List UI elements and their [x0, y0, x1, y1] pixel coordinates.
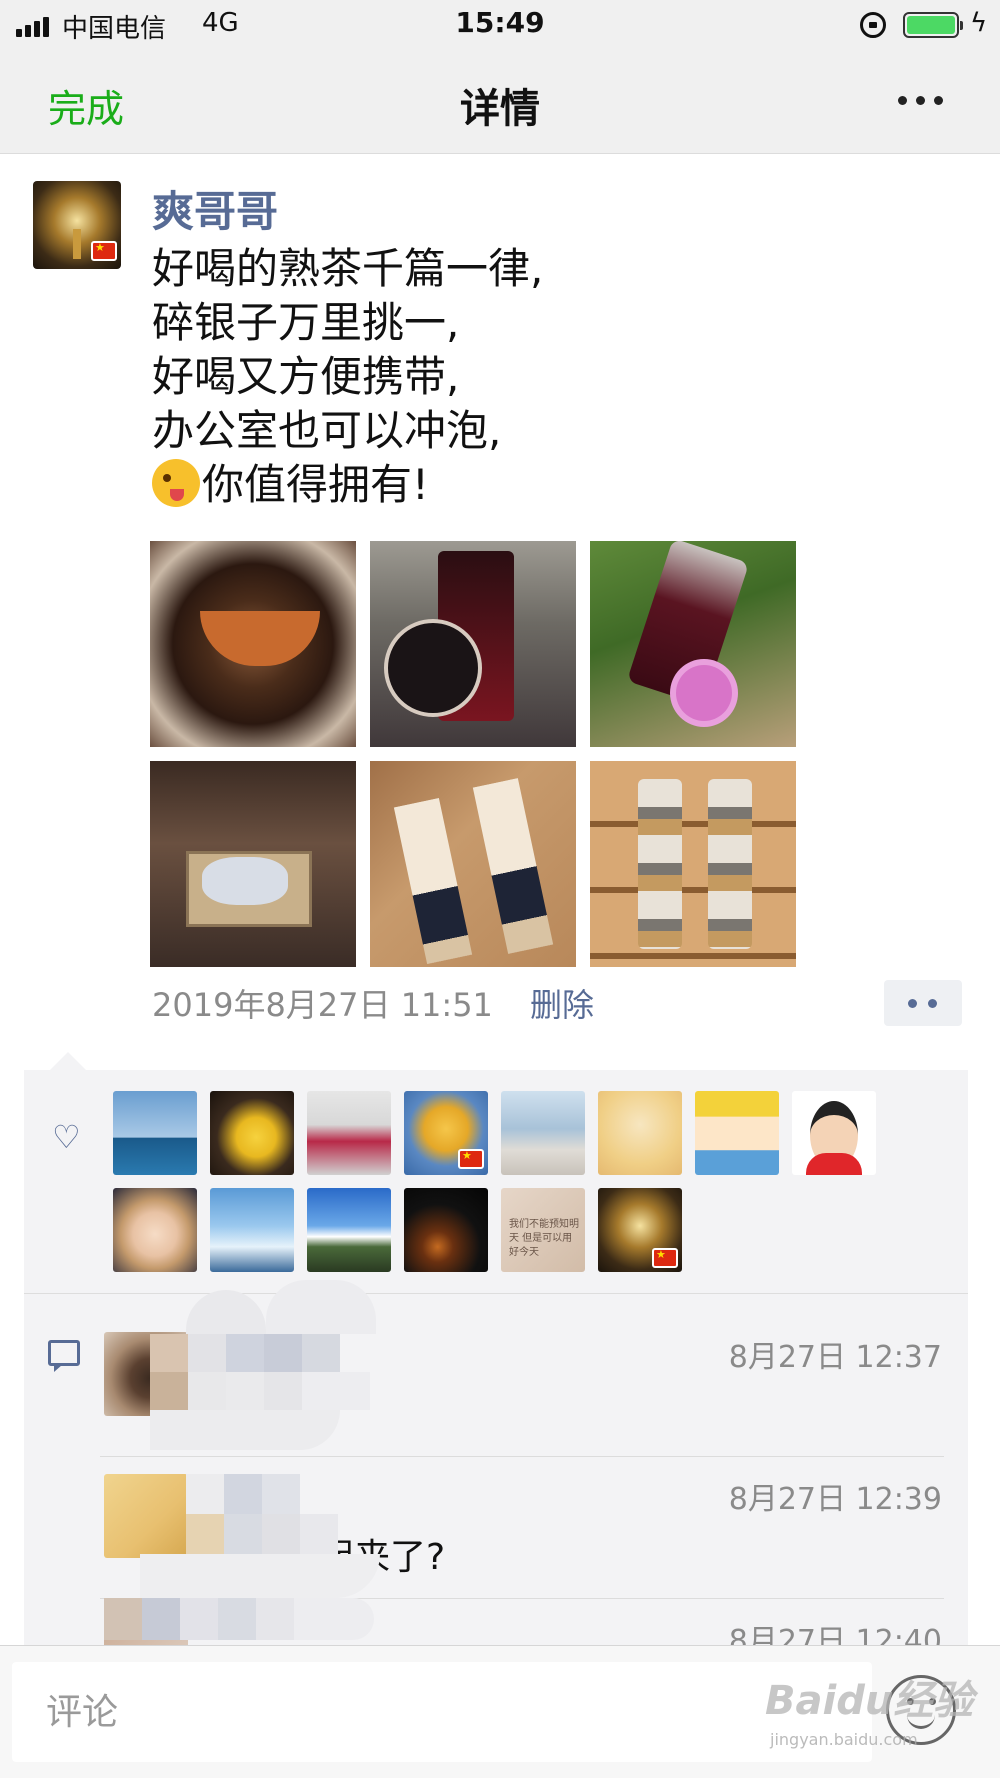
battery-icon	[903, 12, 963, 38]
post-line: 办公室也可以冲泡,	[152, 406, 502, 455]
like-avatar[interactable]	[695, 1091, 779, 1175]
photo-tea-jars-boxes[interactable]	[590, 761, 796, 967]
post-timestamp: 2019年8月27日 11:51	[152, 986, 493, 1024]
post-line: 好喝的熟茶千篇一律,	[152, 244, 544, 293]
post-line: 好喝又方便携带,	[152, 352, 460, 401]
like-avatar[interactable]	[210, 1188, 294, 1272]
like-avatar[interactable]	[404, 1188, 488, 1272]
like-avatar[interactable]	[598, 1091, 682, 1175]
post-actions-button[interactable]	[884, 980, 962, 1026]
comment-time: 8月27日 12:37	[728, 1340, 942, 1375]
status-bar: 中国电信 4G 15:49 ϟ	[0, 0, 1000, 50]
china-flag-icon	[458, 1149, 484, 1169]
like-avatar[interactable]	[404, 1091, 488, 1175]
like-avatar[interactable]	[113, 1091, 197, 1175]
like-avatar[interactable]	[210, 1091, 294, 1175]
comment-time: 8月27日 12:39	[728, 1482, 942, 1517]
post-line: 你值得拥有!	[202, 460, 429, 509]
clock: 15:49	[455, 6, 545, 39]
watermark-logo: Baidu经验	[765, 1678, 974, 1724]
author-avatar[interactable]	[33, 181, 121, 269]
like-avatar[interactable]	[307, 1188, 391, 1272]
like-avatar[interactable]	[113, 1188, 197, 1272]
watermark-url: jingyan.baidu.com	[770, 1730, 918, 1749]
photo-tea-packets[interactable]	[370, 761, 576, 967]
heart-icon: ♡	[52, 1118, 81, 1156]
nav-bar: 完成 详情	[0, 50, 1000, 154]
post-line: 碎银子万里挑一,	[152, 298, 460, 347]
delete-link[interactable]: 删除	[530, 980, 594, 1026]
photo-gift-boxes[interactable]	[150, 761, 356, 967]
like-avatar[interactable]: 我们不能预知明天 但是可以用好今天	[501, 1188, 585, 1272]
rotation-lock-icon	[860, 12, 886, 38]
comment-input[interactable]	[12, 1662, 872, 1762]
photo-tea-bottle-flower[interactable]	[590, 541, 796, 747]
china-flag-icon	[652, 1248, 678, 1268]
panel-divider	[24, 1293, 968, 1294]
more-dots-icon[interactable]	[890, 88, 950, 112]
post-content: 好喝的熟茶千篇一律, 碎银子万里挑一, 好喝又方便携带, 办公室也可以冲泡, 你…	[152, 242, 912, 512]
charging-icon: ϟ	[970, 8, 988, 38]
comment-bubble-icon	[48, 1340, 80, 1372]
photo-tea-leaves-spoon[interactable]	[150, 541, 356, 747]
like-avatar[interactable]	[307, 1091, 391, 1175]
author-name[interactable]: 爽哥哥	[152, 178, 278, 239]
like-avatar[interactable]	[598, 1188, 682, 1272]
post-line-last: 你值得拥有!	[152, 458, 912, 512]
photo-grid	[150, 541, 800, 967]
china-flag-icon	[91, 241, 117, 261]
panel-pointer	[50, 1052, 86, 1070]
page-title: 详情	[460, 86, 540, 132]
like-avatar[interactable]	[792, 1091, 876, 1175]
comment-divider	[100, 1456, 944, 1457]
photo-tea-glass-cup[interactable]	[370, 541, 576, 747]
winking-tongue-emoji-icon	[152, 459, 200, 507]
commenter-avatar[interactable]	[104, 1474, 188, 1558]
like-avatar[interactable]	[501, 1091, 585, 1175]
